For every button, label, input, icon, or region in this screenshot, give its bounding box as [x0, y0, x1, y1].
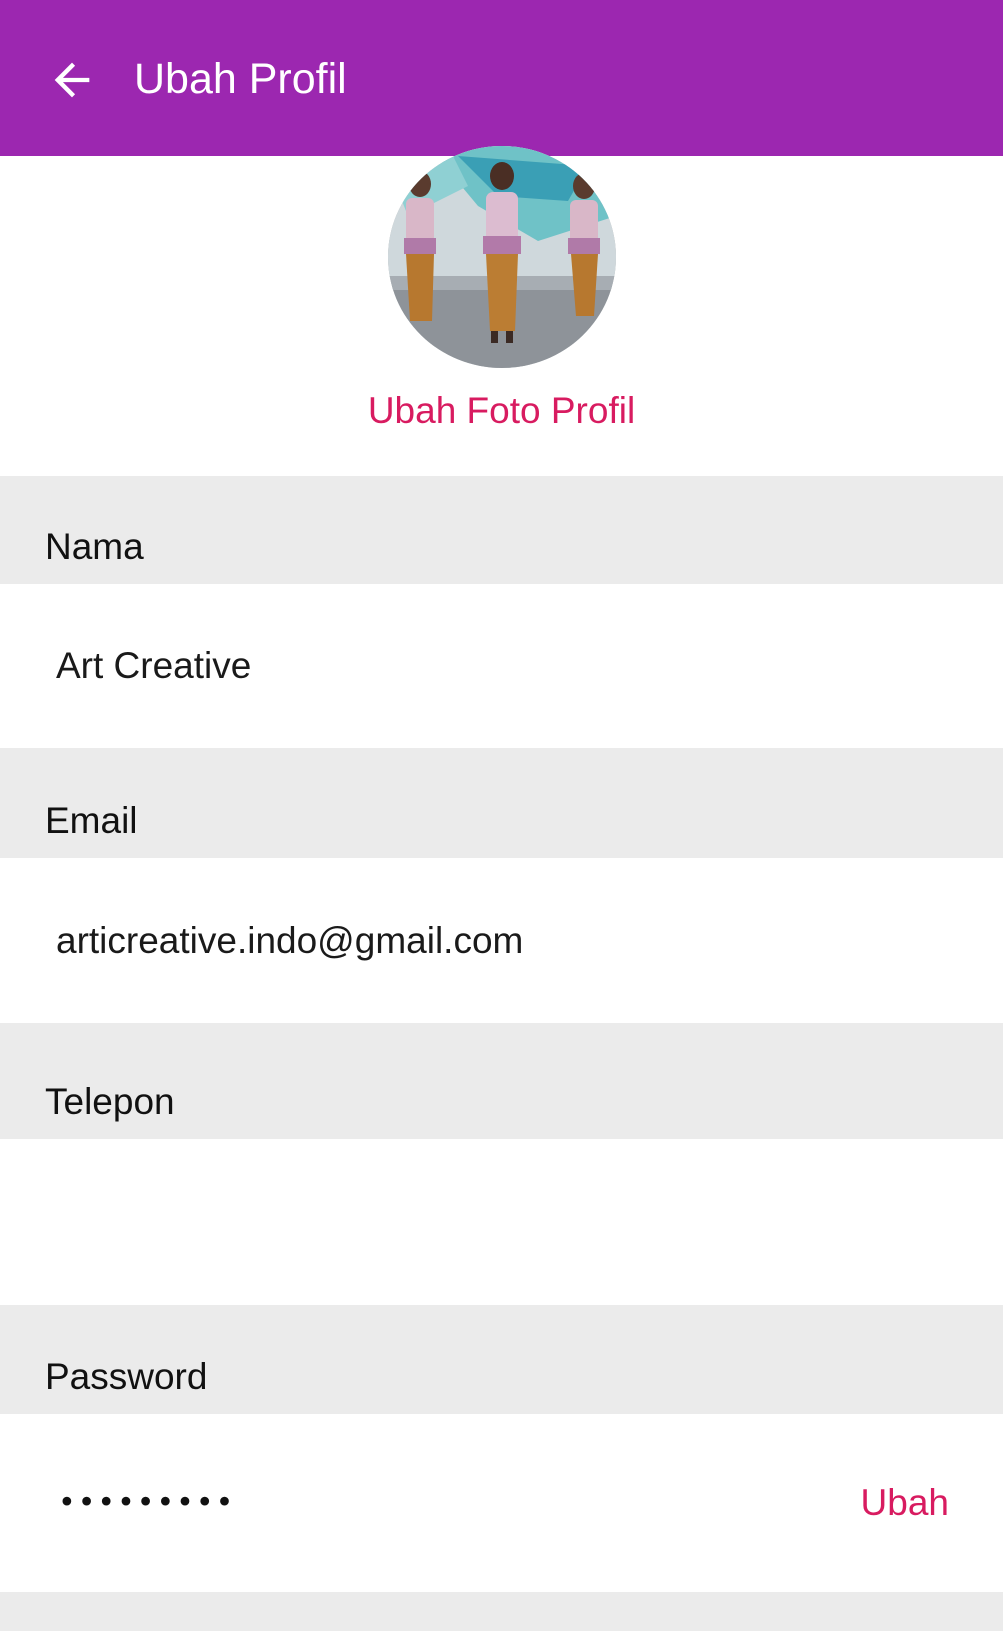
- email-field-row: [0, 858, 1003, 1023]
- edit-profile-screen: Ubah Profil Ubah Foto Profil Nama Art Cr…: [0, 0, 1003, 1631]
- bottom-divider: [0, 1592, 1003, 1631]
- change-photo-link[interactable]: Ubah Foto Profil: [0, 387, 1003, 435]
- phone-section-header: Telepon: [0, 1023, 1003, 1139]
- change-password-button[interactable]: Ubah: [861, 1482, 949, 1524]
- email-input[interactable]: [56, 858, 876, 1023]
- password-label: Password: [45, 1356, 208, 1397]
- password-section-header: Password: [0, 1305, 1003, 1414]
- phone-label: Telepon: [45, 1081, 175, 1122]
- password-masked-value: •••••••••: [58, 1485, 236, 1521]
- arrow-left-icon: [54, 62, 90, 98]
- email-section-header: Email: [0, 748, 1003, 858]
- phone-field-row: [0, 1139, 1003, 1305]
- email-label: Email: [45, 800, 138, 841]
- name-section-header: Nama: [0, 476, 1003, 584]
- back-button[interactable]: [40, 48, 104, 112]
- app-bar: Ubah Profil: [0, 0, 1003, 156]
- profile-photo-image: [388, 146, 616, 368]
- password-field-row: ••••••••• Ubah: [0, 1414, 1003, 1592]
- name-label: Nama: [45, 526, 144, 567]
- phone-input[interactable]: [56, 1139, 876, 1305]
- name-field-row: [0, 584, 1003, 748]
- profile-photo[interactable]: [388, 146, 616, 368]
- page-title: Ubah Profil: [134, 55, 347, 103]
- name-input[interactable]: [56, 584, 876, 748]
